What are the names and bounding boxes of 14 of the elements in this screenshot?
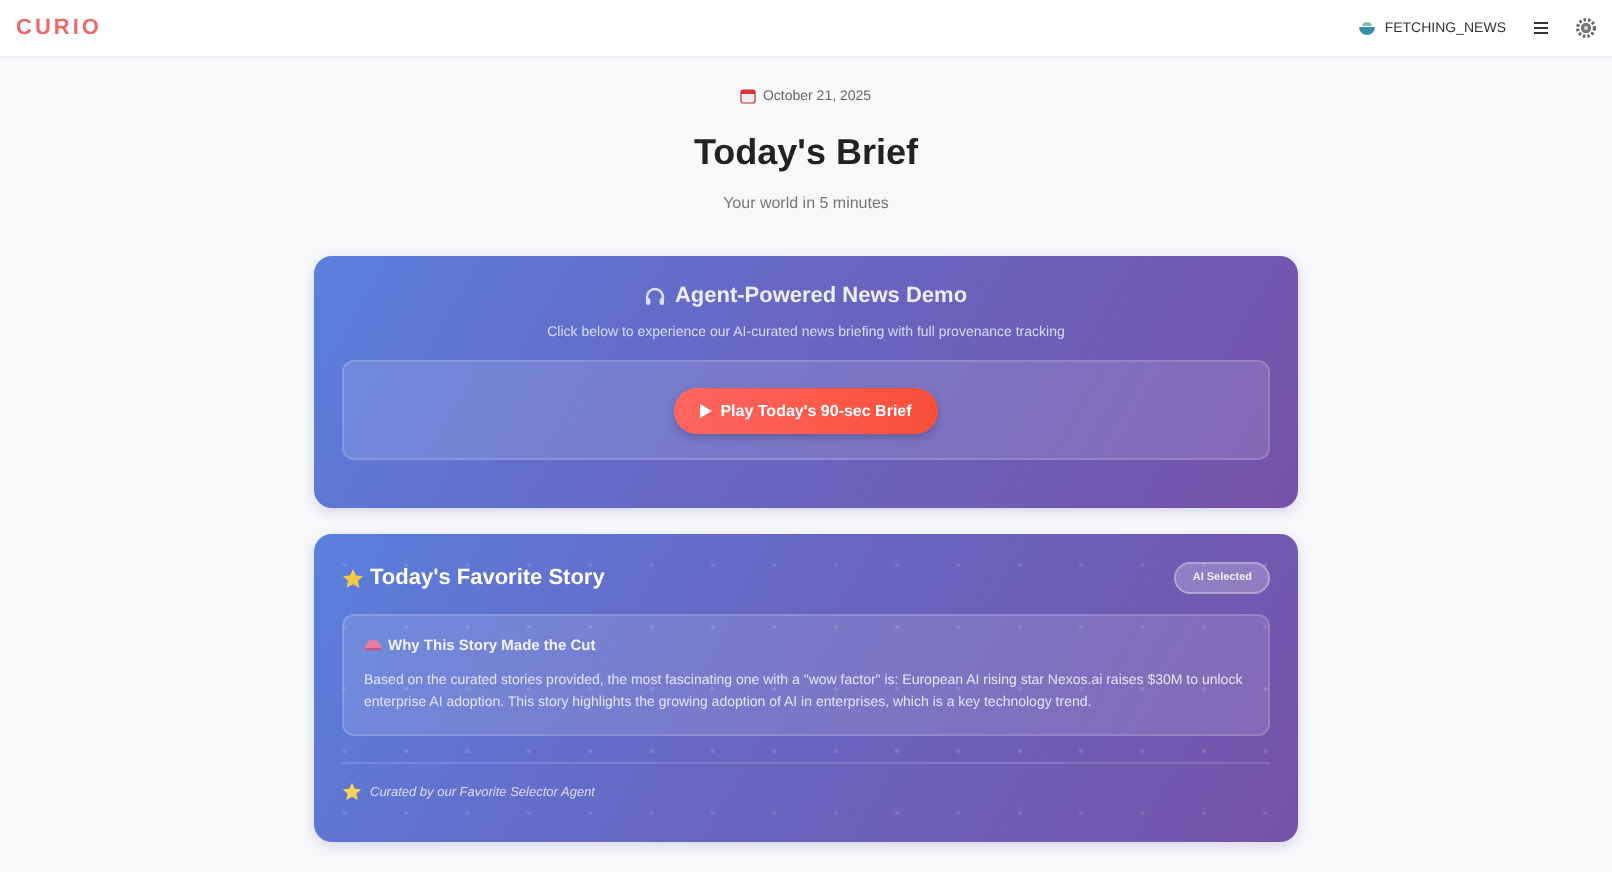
page-subtitle: Your world in 5 minutes — [723, 194, 889, 212]
favorite-title: Today's Favorite Story — [370, 566, 605, 590]
star-icon — [342, 567, 364, 589]
logo[interactable]: CURIO — [16, 16, 102, 40]
settings-icon[interactable] — [1576, 18, 1596, 38]
headphones-icon — [644, 285, 667, 307]
star-icon — [342, 782, 362, 802]
page-title: Today's Brief — [694, 132, 918, 174]
play-icon — [700, 403, 713, 417]
menu-icon[interactable] — [1534, 22, 1548, 34]
calendar-icon — [740, 88, 757, 104]
play-button[interactable]: Play Today's 90-sec Brief — [674, 387, 938, 433]
demo-title: Agent-Powered News Demo — [674, 284, 968, 308]
bowl-icon — [1358, 20, 1377, 36]
